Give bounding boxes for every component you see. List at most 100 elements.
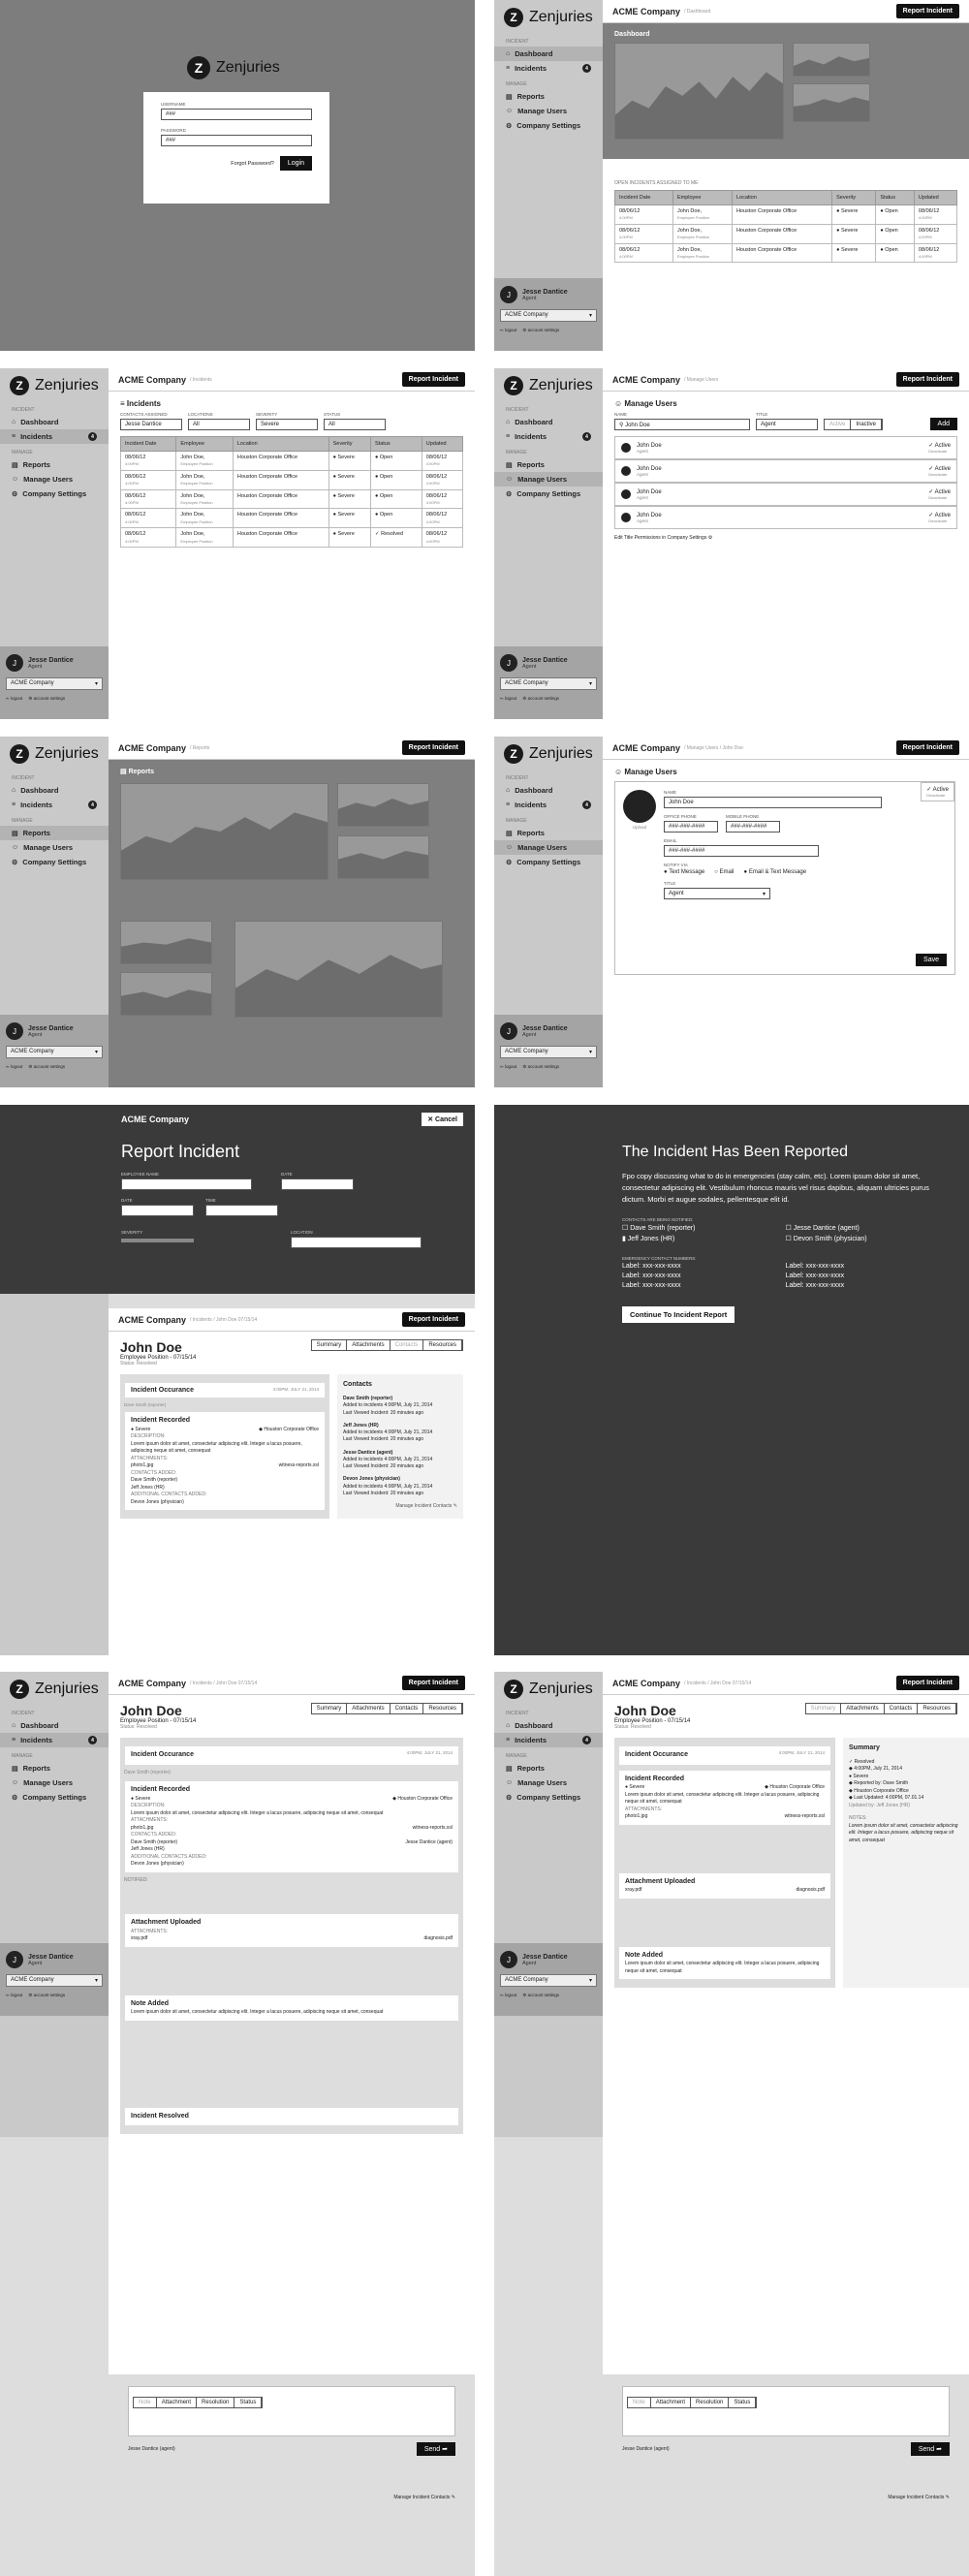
sidebar-item-company-settings[interactable]: ⚙ Company Settings xyxy=(0,855,109,869)
sidebar-item-company-settings[interactable]: ⚙ Company Settings xyxy=(494,487,603,501)
report-incident-button[interactable]: Report Incident xyxy=(401,372,465,387)
sidebar-item-company-settings[interactable]: ⚙ Company Settings xyxy=(0,487,109,501)
account-settings-link[interactable]: ⚙ account settings xyxy=(28,1064,65,1070)
table-row[interactable]: 08/06/12 4:00PM John Doe, Employee Position… xyxy=(614,223,958,244)
sidebar-item-reports[interactable]: ▤ Reports xyxy=(0,826,109,840)
company-select[interactable]: ACME Company ▾ xyxy=(500,1046,597,1058)
table-row[interactable]: 08/06/12 4:00PM John Doe, Employee Position… xyxy=(614,242,958,264)
status-filter[interactable]: All xyxy=(324,419,386,430)
add-user-button[interactable]: Add xyxy=(929,418,957,430)
sidebar-item-dashboard[interactable]: ⌂ Dashboard xyxy=(0,783,109,798)
time-input[interactable]: 4:00 PM xyxy=(205,1205,278,1216)
employee-name-input[interactable]: John Doe xyxy=(121,1178,252,1190)
sidebar-item-dashboard[interactable]: ⌂ Dashboard xyxy=(494,415,603,429)
account-settings-link[interactable]: ⚙ account settings xyxy=(522,696,559,702)
sidebar-item-reports[interactable]: ▤ Reports xyxy=(494,1761,603,1775)
email-input[interactable]: ###-###-#### xyxy=(664,845,819,857)
sidebar-item-manage-users[interactable]: ☺ Manage Users xyxy=(0,472,109,487)
table-row[interactable]: 08/06/12 4:00PM John Doe, Employee Position… xyxy=(119,508,464,529)
company-select[interactable]: ACME Company ▾ xyxy=(500,309,597,322)
date-input[interactable]: 01/01/15 xyxy=(281,1178,354,1190)
account-settings-link[interactable]: ⚙ account settings xyxy=(28,696,65,702)
sidebar-item-incidents[interactable]: ≡ Incidents 4 xyxy=(494,429,603,444)
sidebar-item-manage-users[interactable]: ☺ Manage Users xyxy=(494,104,603,118)
logout-link[interactable]: ⇐ logout xyxy=(6,696,22,702)
sidebar-item-manage-users[interactable]: ☺ Manage Users xyxy=(494,840,603,855)
table-row[interactable]: 08/06/12 4:00PM John Doe, Employee Position… xyxy=(614,204,958,225)
manage-contacts-link[interactable]: Manage Incident Contacts ✎ xyxy=(343,1503,457,1510)
report-incident-button[interactable]: Report Incident xyxy=(895,4,959,18)
sidebar-item-dashboard[interactable]: ⌂ Dashboard xyxy=(0,415,109,429)
office-phone-input[interactable]: ###-###-#### xyxy=(664,821,718,832)
send-button[interactable]: Send ➦ xyxy=(910,2442,950,2456)
sidebar-item-manage-users[interactable]: ☺ Manage Users xyxy=(494,472,603,487)
logout-link[interactable]: ⇐ logout xyxy=(500,328,516,333)
report-incident-button[interactable]: Report Incident xyxy=(895,372,959,387)
sidebar-item-manage-users[interactable]: ☺ Manage Users xyxy=(0,840,109,855)
company-select[interactable]: ACME Company ▾ xyxy=(6,1046,103,1058)
list-item[interactable]: John Doe Agent ✓ Active Deactivate xyxy=(614,506,957,529)
sidebar-item-reports[interactable]: ▤ Reports xyxy=(0,1761,109,1775)
sidebar-item-incidents[interactable]: ≡ Incidents 4 xyxy=(0,429,109,444)
report-incident-button[interactable]: Report Incident xyxy=(401,1676,465,1690)
password-input[interactable]: ### xyxy=(161,135,312,146)
sidebar-item-dashboard[interactable]: ⌂ Dashboard xyxy=(494,1718,603,1733)
save-button[interactable]: Save xyxy=(916,954,947,966)
severity-slider[interactable] xyxy=(121,1239,194,1242)
logout-link[interactable]: ⇐ logout xyxy=(500,696,516,702)
forgot-password-link[interactable]: Forgot Password? xyxy=(231,161,274,167)
table-row[interactable]: 08/06/12 4:00PM John Doe, Employee Position… xyxy=(119,488,464,510)
sidebar-item-incidents[interactable]: ≡ Incidents 4 xyxy=(0,1733,109,1747)
sidebar-item-incidents[interactable]: ≡ Incidents 4 xyxy=(494,61,603,76)
sidebar-item-dashboard[interactable]: ⌂ Dashboard xyxy=(494,47,603,61)
contacts-filter[interactable]: Jesse Dantice xyxy=(120,419,182,430)
mobile-phone-input[interactable]: ###-###-#### xyxy=(726,821,780,832)
table-row[interactable]: 08/06/12 4:00PM John Doe, Employee Position… xyxy=(119,469,464,490)
notify-both-radio[interactable]: ● Email & Text Message xyxy=(744,869,807,875)
sidebar-item-company-settings[interactable]: ⚙ Company Settings xyxy=(494,118,603,133)
company-select[interactable]: ACME Company ▾ xyxy=(500,677,597,690)
user-search-input[interactable]: ⚲ John Doe xyxy=(614,419,750,430)
list-item[interactable]: John Doe Agent ✓ Active Deactivate xyxy=(614,436,957,459)
cancel-button[interactable]: ✕ Cancel xyxy=(422,1113,463,1126)
sidebar-item-reports[interactable]: ▤ Reports xyxy=(494,826,603,840)
account-settings-link[interactable]: ⚙ account settings xyxy=(522,1064,559,1070)
company-select[interactable]: ACME Company ▾ xyxy=(500,1974,597,1987)
notify-text-radio[interactable]: ● Text Message xyxy=(664,869,704,875)
company-select[interactable]: ACME Company ▾ xyxy=(6,677,103,690)
account-settings-link[interactable]: ⚙ account settings xyxy=(522,328,559,333)
report-incident-button[interactable]: Report Incident xyxy=(401,1312,465,1327)
sidebar-item-reports[interactable]: ▤ Reports xyxy=(494,89,603,104)
sidebar-item-company-settings[interactable]: ⚙ Company Settings xyxy=(0,1790,109,1805)
title-select[interactable]: Agent ▾ xyxy=(664,888,770,899)
continue-button[interactable]: Continue To Incident Report xyxy=(622,1306,735,1323)
account-settings-link[interactable]: ⚙ account settings xyxy=(522,1993,559,1998)
sidebar-item-incidents[interactable]: ≡ Incidents 4 xyxy=(494,1733,603,1747)
report-incident-button[interactable]: Report Incident xyxy=(401,740,465,755)
notify-email-radio[interactable]: ○ Email xyxy=(714,869,734,875)
report-incident-button[interactable]: Report Incident xyxy=(895,740,959,755)
sidebar-item-manage-users[interactable]: ☺ Manage Users xyxy=(0,1775,109,1790)
company-select[interactable]: ACME Company ▾ xyxy=(6,1974,103,1987)
login-button[interactable]: Login xyxy=(279,156,312,171)
sidebar-item-company-settings[interactable]: ⚙ Company Settings xyxy=(494,855,603,869)
name-input[interactable]: John Doe xyxy=(664,797,882,808)
manage-contacts-link[interactable]: Manage Incident Contacts ✎ xyxy=(622,2495,950,2500)
logout-link[interactable]: ⇐ logout xyxy=(6,1993,22,1998)
send-button[interactable]: Send ➦ xyxy=(416,2442,455,2456)
severity-filter[interactable]: Severe xyxy=(256,419,318,430)
list-item[interactable]: John Doe Agent ✓ Active Deactivate xyxy=(614,459,957,483)
table-row[interactable]: 08/06/12 4:00PM John Doe, Employee Position… xyxy=(119,527,464,549)
title-select[interactable]: Agent xyxy=(756,419,818,430)
logout-link[interactable]: ⇐ logout xyxy=(6,1064,22,1070)
sidebar-item-dashboard[interactable]: ⌂ Dashboard xyxy=(0,1718,109,1733)
report-incident-button[interactable]: Report Incident xyxy=(895,1676,959,1690)
sidebar-item-company-settings[interactable]: ⚙ Company Settings xyxy=(494,1790,603,1805)
username-input[interactable]: ### xyxy=(161,109,312,120)
sidebar-item-manage-users[interactable]: ☺ Manage Users xyxy=(494,1775,603,1790)
list-item[interactable]: John Doe Agent ✓ Active Deactivate xyxy=(614,483,957,506)
logout-link[interactable]: ⇐ logout xyxy=(500,1993,516,1998)
sidebar-item-reports[interactable]: ▤ Reports xyxy=(0,457,109,472)
sidebar-item-dashboard[interactable]: ⌂ Dashboard xyxy=(494,783,603,798)
table-row[interactable]: 08/06/12 4:00PM John Doe, Employee Position… xyxy=(119,451,464,471)
